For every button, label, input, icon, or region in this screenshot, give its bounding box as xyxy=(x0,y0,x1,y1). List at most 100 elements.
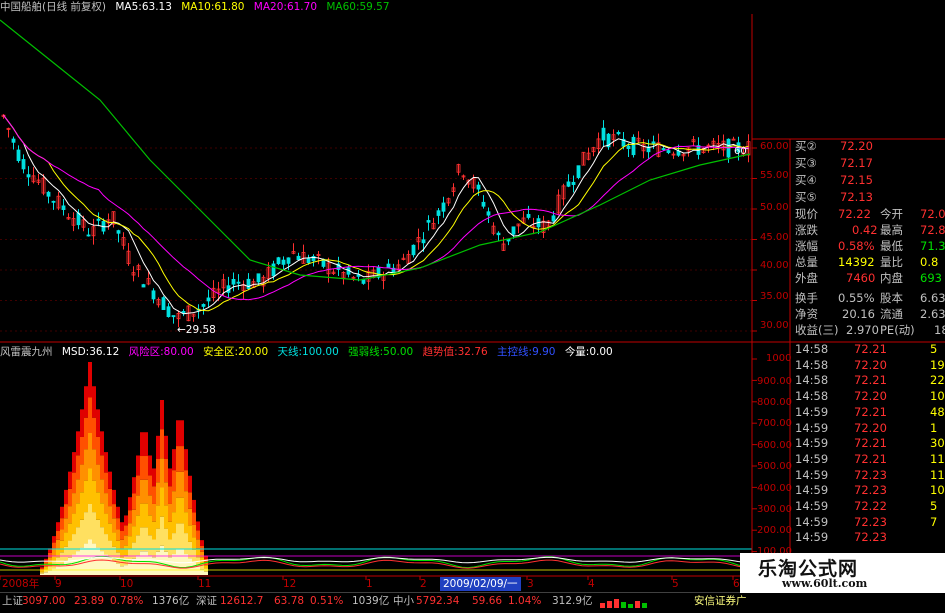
heat-bar-segment xyxy=(180,523,184,550)
heat-bar-segment xyxy=(68,471,72,489)
candle-body xyxy=(421,239,426,244)
time-label: 4 xyxy=(588,578,595,590)
heat-bar-segment xyxy=(56,522,60,532)
heat-bar-segment xyxy=(64,532,68,547)
candle-body xyxy=(661,148,666,150)
quote-value: 0.58% xyxy=(838,239,875,253)
heat-bar-segment xyxy=(160,516,164,546)
heat-bar-segment xyxy=(116,529,120,541)
heat-bar-segment xyxy=(192,524,196,538)
heat-bar-segment xyxy=(112,489,116,505)
heat-bar-segment xyxy=(108,506,112,524)
heat-bar-segment xyxy=(136,515,140,536)
heat-bar-segment xyxy=(60,529,64,541)
heat-bar-segment xyxy=(40,573,44,575)
heat-bar-segment xyxy=(184,554,188,575)
sz-index-pct: 0.51% xyxy=(310,595,344,607)
heat-bar-segment xyxy=(80,436,84,465)
quote-value: 2.970 xyxy=(846,323,879,337)
sz-index-label[interactable]: 深证 xyxy=(196,593,217,609)
heat-bar-segment xyxy=(124,525,128,536)
broker-name[interactable]: 安信证券广 xyxy=(694,593,747,609)
heat-bar-segment xyxy=(176,471,180,498)
heat-bar-segment xyxy=(124,545,128,556)
heat-bar-segment xyxy=(76,527,80,552)
market-breadth-icon xyxy=(600,597,660,608)
candle-body xyxy=(306,257,311,264)
candle-body xyxy=(201,304,206,307)
candle-body xyxy=(26,174,31,178)
price-tick: 55.00 xyxy=(760,170,789,181)
tick-price: 72.20 xyxy=(854,420,887,435)
candle-body xyxy=(116,230,121,234)
heat-bar-segment xyxy=(80,519,84,548)
ma60-line xyxy=(0,19,751,281)
candle-body xyxy=(626,145,631,150)
quote-label: 收益(三) xyxy=(795,323,839,337)
heat-bar-segment xyxy=(136,455,140,476)
heat-bar-segment xyxy=(152,539,156,558)
heat-bar-segment xyxy=(120,566,124,575)
candle-body xyxy=(86,234,91,237)
candle-body xyxy=(246,278,251,289)
heat-bar-segment xyxy=(172,470,176,492)
heat-bar-segment xyxy=(152,503,156,522)
heat-bar-segment xyxy=(204,565,208,569)
sme-index-value: 5792.34 xyxy=(416,595,460,607)
heat-bar-segment xyxy=(144,527,148,552)
heat-bar-segment xyxy=(164,482,168,506)
heat-bar-segment xyxy=(140,527,144,552)
time-axis: 2008年 9 10 11 12 1 2 2009/02/09/一 3 4 5 … xyxy=(0,577,750,591)
candle-body xyxy=(496,232,501,236)
heat-bar-segment xyxy=(136,495,140,516)
tick-time: 14:59 xyxy=(795,483,829,498)
heat-bar-segment xyxy=(44,572,48,575)
sme-index-label[interactable]: 中小 xyxy=(393,593,414,609)
heat-bar-segment xyxy=(48,552,52,558)
heat-bar-segment xyxy=(168,486,172,504)
candle-body xyxy=(271,263,276,277)
heat-bar-segment xyxy=(96,436,100,465)
heat-bar-segment xyxy=(120,531,124,540)
strength-line-label: 强弱线:50.00 xyxy=(348,346,414,358)
heat-bar-segment xyxy=(124,535,128,546)
order-label: 买② xyxy=(795,139,817,153)
tick-time: 14:58 xyxy=(795,357,829,372)
heat-bar-segment xyxy=(176,497,180,524)
heat-bar-segment xyxy=(112,532,116,547)
sh-index-label[interactable]: 上证 xyxy=(2,593,23,609)
price-tick: 30.00 xyxy=(760,320,789,331)
quote-value: 2.63 xyxy=(920,307,945,321)
heat-bar-segment xyxy=(144,503,148,528)
indicator-header: 风雷震九州 MSD:36.12 风险区:80.00 安全区:20.00 天线:1… xyxy=(0,345,619,359)
tick-time: 14:59 xyxy=(795,530,829,545)
heat-bar-segment xyxy=(68,488,72,507)
sky-line-label: 天线:100.00 xyxy=(277,346,339,358)
heat-bar-segment xyxy=(188,525,192,542)
heat-bar-segment xyxy=(104,513,108,535)
indicator-tick: 1000 xyxy=(766,353,792,364)
heat-bar-segment xyxy=(76,479,80,504)
candle-body xyxy=(181,311,186,314)
candle-body xyxy=(16,149,21,162)
heat-bar-segment xyxy=(144,551,148,575)
msd-label: MSD:36.12 xyxy=(61,346,120,358)
tick-price: 72.22 xyxy=(854,499,887,513)
time-label: 10 xyxy=(120,578,134,590)
heat-bar-segment xyxy=(96,492,100,520)
price-tick: 40.00 xyxy=(760,260,789,271)
heat-bar-segment xyxy=(120,522,124,532)
heat-bar-segment xyxy=(96,464,100,493)
heat-bar-segment xyxy=(176,420,180,447)
time-label: 9 xyxy=(55,578,62,590)
heat-bar-segment xyxy=(132,509,136,527)
heat-bar-segment xyxy=(188,475,192,493)
sme-index-amount: 312.9亿 xyxy=(552,595,593,607)
low-price-annotation: ←29.58 xyxy=(177,324,216,336)
candle-body xyxy=(256,273,261,283)
candle-body xyxy=(96,218,101,221)
tick-time: 14:59 xyxy=(795,436,829,451)
heat-bar-segment xyxy=(172,554,176,575)
heat-bar-segment xyxy=(80,409,84,437)
heat-bar-segment xyxy=(164,435,168,460)
